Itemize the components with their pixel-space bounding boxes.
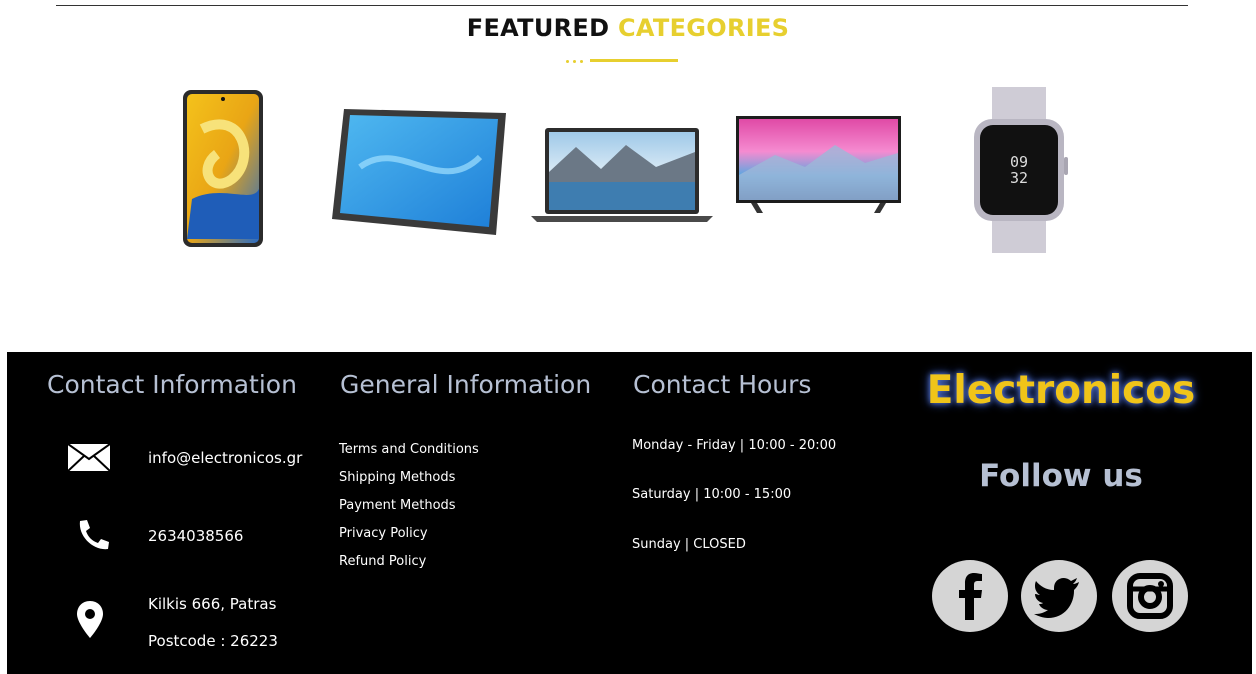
category-laptop[interactable] <box>531 127 713 229</box>
contact-information-heading: Contact Information <box>47 370 297 399</box>
top-divider-line <box>56 5 1188 6</box>
link-shipping-methods[interactable]: Shipping Methods <box>339 470 455 485</box>
title-word-featured: FEATURED <box>466 14 610 42</box>
general-information-heading: General Information <box>340 370 592 399</box>
hours-sunday: Sunday | CLOSED <box>632 537 746 552</box>
link-refund-policy[interactable]: Refund Policy <box>339 554 426 569</box>
facebook-icon[interactable] <box>932 560 1008 632</box>
brand-logo[interactable]: Electronicos <box>926 368 1196 413</box>
category-tv[interactable] <box>735 115 902 219</box>
contact-hours-heading: Contact Hours <box>633 370 812 399</box>
category-phone[interactable] <box>182 89 264 253</box>
contact-phone[interactable]: 2634038566 <box>148 527 243 545</box>
contact-address: Kilkis 666, Patras <box>148 595 277 613</box>
link-payment-methods[interactable]: Payment Methods <box>339 498 456 513</box>
link-privacy-policy[interactable]: Privacy Policy <box>339 526 428 541</box>
location-pin-icon <box>77 601 103 642</box>
twitter-icon[interactable] <box>1021 560 1097 632</box>
hours-saturday: Saturday | 10:00 - 15:00 <box>632 487 792 502</box>
category-tablet[interactable] <box>330 107 508 241</box>
link-terms-and-conditions[interactable]: Terms and Conditions <box>339 442 479 457</box>
phone-icon <box>76 519 110 555</box>
hours-weekdays: Monday - Friday | 10:00 - 20:00 <box>632 438 837 453</box>
featured-categories-title: FEATURED CATEGORIES <box>0 14 1256 42</box>
contact-postcode: Postcode : 26223 <box>148 632 278 650</box>
title-word-categories: CATEGORIES <box>617 14 790 42</box>
envelope-icon <box>67 443 111 475</box>
instagram-icon[interactable] <box>1112 560 1188 632</box>
category-smartwatch[interactable]: 09 32 <box>970 87 1070 257</box>
svg-text:32: 32 <box>1010 169 1028 187</box>
follow-us-heading: Follow us <box>979 458 1143 494</box>
contact-email[interactable]: info@electronicos.gr <box>148 449 302 467</box>
